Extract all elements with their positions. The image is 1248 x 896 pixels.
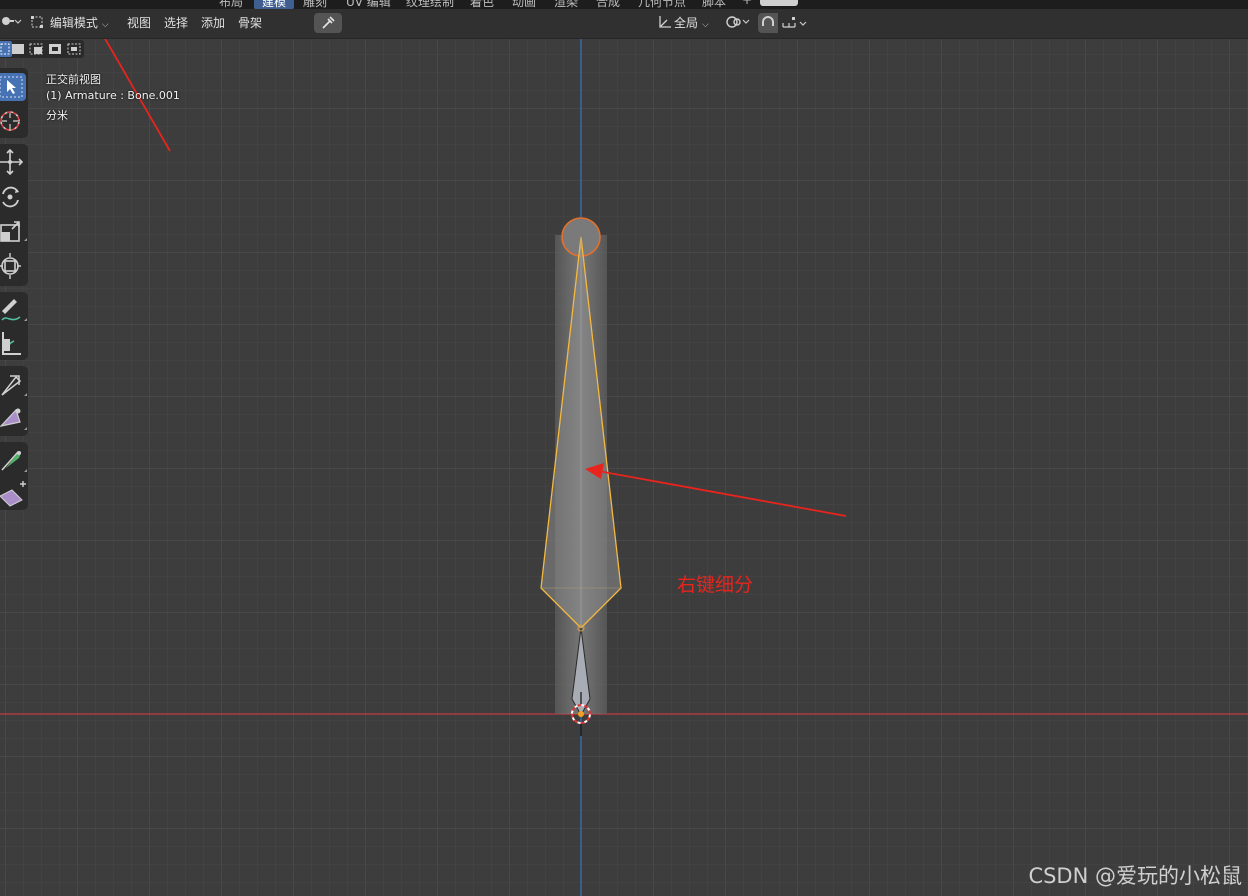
add-workspace-button[interactable]: + (742, 0, 752, 7)
rotate-icon (2, 186, 19, 208)
pivot-icon (726, 16, 750, 28)
eyedropper-icon (322, 16, 335, 29)
object-info: (1) Armature : Bone.001 (46, 89, 180, 102)
viewport-header: 编辑模式 ⌵ 视图 选择 添加 骨架 全局 ⌵ (0, 9, 1248, 39)
view-name: 正交前视图 (46, 73, 101, 86)
3d-viewport[interactable] (0, 39, 1248, 896)
watermark: CSDN @爱玩的小松鼠 (1028, 864, 1242, 888)
tool-transform[interactable] (0, 250, 28, 282)
tool-bone-size[interactable] (0, 368, 28, 400)
pivot-point-dropdown[interactable] (724, 13, 752, 33)
chevron-down-icon: ⌵ (702, 20, 709, 30)
tab-sculpting[interactable]: 雕刻 (303, 0, 327, 9)
select-extend-icon (12, 44, 24, 54)
extrude-icon (0, 481, 26, 507)
tab-rendering[interactable]: 渲染 (554, 0, 578, 9)
tool-annotate[interactable] (0, 293, 28, 325)
select-new-icon (0, 41, 12, 57)
menu-select[interactable]: 选择 (164, 13, 188, 33)
viewport-canvas (0, 39, 1248, 896)
select-mode-icons (0, 41, 81, 57)
tab-texture-paint[interactable]: 纹理绘制 (406, 0, 454, 9)
editor-type-button[interactable] (0, 12, 22, 32)
tool-roll[interactable] (0, 444, 28, 476)
select-box-icon (0, 73, 26, 101)
orientation-icon (659, 16, 671, 28)
bone-envelope-icon (0, 408, 27, 430)
transform-icon (0, 253, 21, 279)
tool-cursor[interactable] (0, 105, 28, 137)
tool-bone-envelope[interactable] (0, 402, 28, 434)
snap-increment-icon (782, 17, 807, 28)
grid-major (0, 39, 1248, 896)
orientation-label: 全局 (674, 16, 699, 30)
tab-animation[interactable]: 动画 (512, 0, 536, 9)
select-mode-buttons (0, 40, 84, 58)
mode-dropdown[interactable]: 编辑模式 ⌵ (30, 13, 109, 33)
menu-armature[interactable]: 骨架 (238, 13, 262, 33)
tool-measure[interactable] (0, 327, 28, 359)
tab-shading[interactable]: 着色 (470, 0, 494, 9)
units-label: 分米 (46, 109, 68, 122)
annotation-label: 右键细分 (677, 574, 754, 596)
tab-modeling[interactable]: 建模 (254, 0, 295, 9)
tool-move[interactable] (0, 146, 28, 178)
move-icon (0, 148, 24, 176)
tab-uv-editing[interactable]: UV 编辑 (346, 0, 391, 9)
tab-layout[interactable]: 布局 (219, 0, 243, 9)
tool-scale[interactable] (0, 215, 28, 247)
tab-geometry-nodes[interactable]: 几何节点 (638, 0, 686, 9)
window-icon[interactable] (760, 0, 798, 6)
edit-mode-icon (31, 16, 43, 28)
tool-shelf (0, 68, 28, 510)
editor-type-icon (2, 17, 22, 25)
mode-label: 编辑模式 (49, 16, 98, 30)
roll-icon (1, 451, 27, 472)
snap-toggle[interactable] (758, 13, 778, 33)
annotate-icon (1, 299, 27, 321)
tool-extrude[interactable] (0, 478, 28, 510)
tab-scripting[interactable]: 脚本 (702, 0, 726, 9)
scale-icon (0, 221, 27, 242)
chevron-down-icon: ⌵ (101, 20, 109, 30)
cursor-icon (0, 111, 20, 131)
tab-compositing[interactable]: 合成 (596, 0, 620, 9)
tool-rotate[interactable] (0, 181, 28, 213)
workspace-tabs: 布局 建模 雕刻 UV 编辑 纹理绘制 着色 动画 渲染 合成 几何节点 脚本 … (0, 0, 1248, 9)
eyedropper-button[interactable] (314, 13, 342, 33)
measure-icon (2, 332, 21, 355)
transform-orientation-dropdown[interactable]: 全局 ⌵ (656, 13, 709, 33)
bone-size-icon (1, 375, 27, 396)
snap-target-dropdown[interactable] (780, 13, 810, 33)
tool-select-box[interactable] (0, 71, 28, 103)
menu-add[interactable]: 添加 (201, 13, 225, 33)
magnet-icon (762, 16, 774, 26)
menu-view[interactable]: 视图 (127, 13, 151, 33)
